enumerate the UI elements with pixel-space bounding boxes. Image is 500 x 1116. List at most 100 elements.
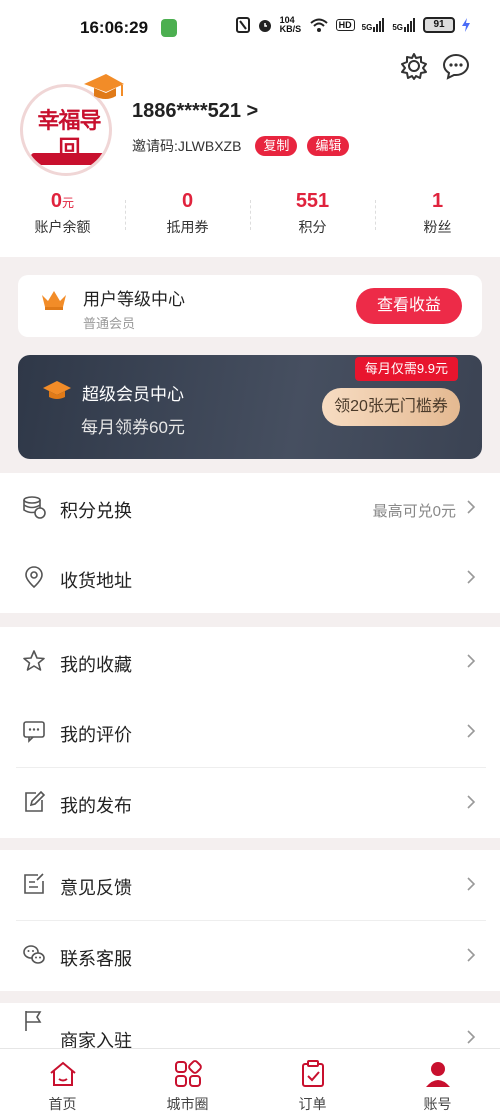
- hd-badge: HD: [335, 19, 355, 31]
- comment-icon: [23, 721, 45, 743]
- bottom-tab-bar: 首页 城市圈 订单 账号: [0, 1048, 500, 1116]
- menu-group-1: 积分兑换 最高可兑0元 收货地址: [0, 473, 500, 613]
- menu-item-label: 我的收藏: [60, 655, 132, 675]
- claim-coupons-button[interactable]: 领20张无门槛券: [322, 388, 460, 426]
- avatar-ribbon: [31, 153, 107, 165]
- flag-icon: [25, 1011, 42, 1031]
- location-pin-icon: [25, 566, 43, 589]
- network-speed: 104 KB/S: [279, 15, 302, 34]
- stat-value: 551: [295, 190, 330, 212]
- tab-home[interactable]: 首页: [0, 1049, 125, 1116]
- status-time: 16:06:29: [80, 18, 149, 37]
- star-icon: [23, 650, 45, 671]
- nfc-icon: [235, 17, 250, 33]
- tab-label: 订单: [298, 1096, 327, 1112]
- app-notification-icon: [161, 19, 177, 37]
- signal-bars-icon: [373, 18, 385, 32]
- level-subtitle: 普通会员: [83, 316, 136, 331]
- vip-price-tag: 每月仅需9.9元: [354, 357, 458, 381]
- profile-header: 幸福导回 1886****521 > 邀请码:JLWBXZB 复制 编辑 0元 …: [0, 52, 500, 257]
- stat-value: 0: [181, 190, 194, 212]
- level-title: 用户等级中心: [83, 290, 185, 309]
- menu-item-merchant-join[interactable]: 商家入驻: [0, 1003, 500, 1048]
- menu-group-2: 我的收藏 我的评价 我的发布: [0, 627, 500, 838]
- wechat-icon: [23, 945, 45, 964]
- chevron-right-icon: [467, 1030, 476, 1044]
- stats-row: 0元 账户余额 0 抵用券 551 积分 1 粉丝: [0, 190, 500, 250]
- menu-item-label: 积分兑换: [60, 501, 132, 521]
- view-earnings-button[interactable]: 查看收益: [356, 288, 462, 324]
- stat-label: 积分: [298, 219, 327, 235]
- menu-group-3: 意见反馈 联系客服: [0, 850, 500, 991]
- menu-item-label: 收货地址: [60, 571, 132, 591]
- charging-icon: [462, 18, 470, 32]
- signal-2-label: 5G: [392, 23, 403, 32]
- stat-balance[interactable]: 0元 账户余额: [0, 190, 125, 250]
- stat-vouchers[interactable]: 0 抵用券: [125, 190, 250, 250]
- settings-gear-icon[interactable]: [400, 52, 428, 80]
- super-vip-card[interactable]: 超级会员中心 每月领券60元 每月仅需9.9元 领20张无门槛券: [18, 355, 482, 459]
- signal-bars-icon: [404, 18, 415, 32]
- status-bar: 16:06:29 104 KB/S HD 5G 5G 91: [0, 0, 500, 52]
- menu-item-reviews[interactable]: 我的评价: [0, 697, 500, 767]
- stat-label: 账户余额: [34, 219, 91, 235]
- stat-label: 粉丝: [423, 219, 452, 235]
- graduation-cap-icon: [43, 381, 71, 399]
- edit-button[interactable]: 编辑: [307, 136, 350, 156]
- grid-icon: [174, 1060, 202, 1087]
- tab-label: 首页: [48, 1096, 77, 1112]
- home-icon: [49, 1061, 76, 1086]
- menu-item-feedback[interactable]: 意见反馈: [0, 850, 500, 920]
- menu-item-extra: 最高可兑0元: [372, 503, 456, 520]
- stat-points[interactable]: 551 积分: [250, 190, 375, 250]
- menu-item-label: 我的评价: [60, 725, 132, 745]
- status-icons: 104 KB/S HD 5G 5G 91: [235, 15, 470, 34]
- chevron-right-icon: [467, 795, 476, 809]
- menu-item-label: 我的发布: [60, 796, 132, 816]
- chevron-right-icon: [467, 570, 476, 584]
- menu-item-label: 意见反馈: [60, 878, 132, 898]
- edit-note-icon: [25, 790, 46, 812]
- chevron-right-icon: [467, 948, 476, 962]
- phone-number[interactable]: 1886****521 >: [132, 100, 258, 123]
- tab-city-circle[interactable]: 城市圈: [125, 1049, 250, 1116]
- invite-code: 邀请码:JLWBXZB: [132, 138, 242, 154]
- invite-row: 邀请码:JLWBXZB 复制 编辑: [132, 136, 350, 156]
- chevron-right-icon: [467, 654, 476, 668]
- coins-icon: [23, 496, 46, 519]
- tab-label: 城市圈: [166, 1096, 209, 1112]
- vip-title: 超级会员中心: [82, 385, 184, 404]
- menu-item-points-exchange[interactable]: 积分兑换 最高可兑0元: [0, 473, 500, 543]
- menu-item-customer-service[interactable]: 联系客服: [0, 921, 500, 991]
- chevron-right-icon: [467, 877, 476, 891]
- signal-1: 5G: [362, 18, 386, 32]
- menu-item-address[interactable]: 收货地址: [0, 543, 500, 613]
- stat-value: 1: [431, 190, 444, 212]
- menu-item-posts[interactable]: 我的发布: [0, 768, 500, 838]
- user-icon: [425, 1062, 450, 1087]
- menu-item-favorites[interactable]: 我的收藏: [0, 627, 500, 697]
- vip-subtitle: 每月领券60元: [81, 418, 185, 437]
- signal-2: 5G: [392, 18, 416, 32]
- menu-group-4: 商家入驻: [0, 1003, 500, 1048]
- graduation-cap-icon: [84, 74, 124, 99]
- stat-fans[interactable]: 1 粉丝: [375, 190, 500, 250]
- chevron-right-icon: [467, 500, 476, 514]
- feedback-icon: [24, 873, 44, 894]
- header-actions: [400, 52, 470, 80]
- stat-unit: 元: [62, 196, 75, 210]
- copy-button[interactable]: 复制: [255, 136, 298, 156]
- menu-item-label: 联系客服: [60, 949, 132, 969]
- message-icon[interactable]: [442, 52, 470, 80]
- signal-1-label: 5G: [361, 23, 373, 32]
- menu-item-label: 商家入驻: [60, 1031, 132, 1048]
- user-level-card[interactable]: 用户等级中心 普通会员 查看收益: [18, 275, 482, 337]
- clipboard-icon: [301, 1060, 324, 1087]
- crown-icon: [42, 291, 66, 310]
- alarm-icon: [258, 20, 271, 32]
- stat-value: 0: [50, 190, 63, 212]
- tab-label: 账号: [423, 1096, 452, 1112]
- tab-orders[interactable]: 订单: [250, 1049, 375, 1116]
- chevron-right-icon: [467, 724, 476, 738]
- tab-account[interactable]: 账号: [375, 1049, 500, 1116]
